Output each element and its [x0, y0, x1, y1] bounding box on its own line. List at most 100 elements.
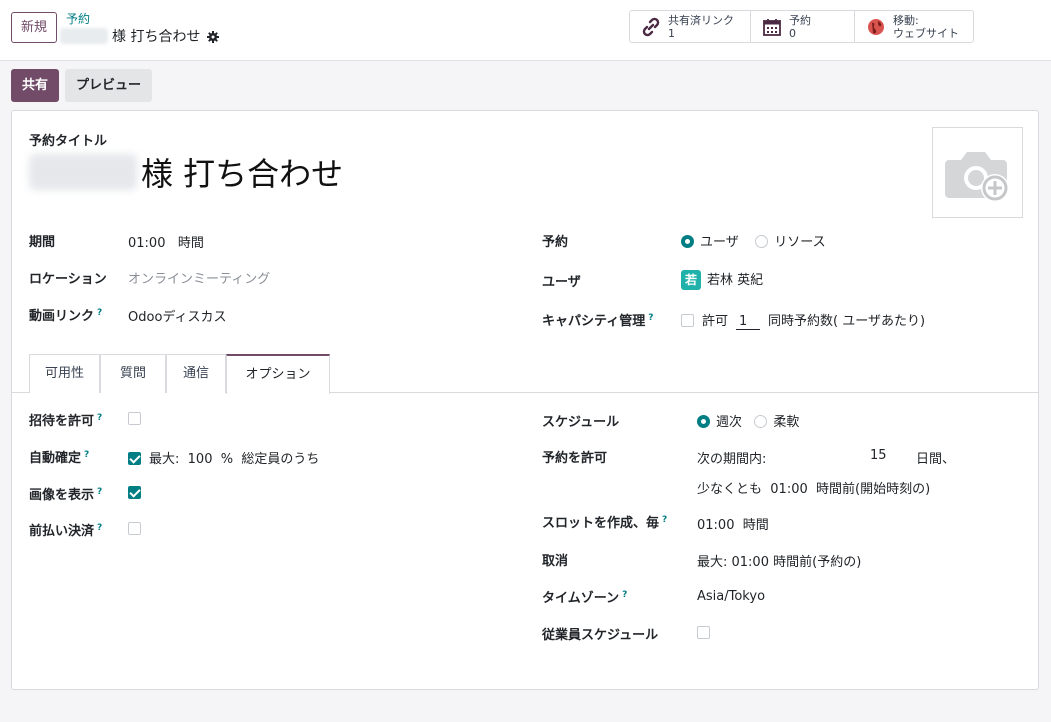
auto-confirm-unit: %	[220, 452, 234, 467]
goto-website-button[interactable]: 移動: ウェブサイト	[855, 11, 973, 42]
camera-add-icon	[944, 151, 1009, 202]
show-image-label: 画像を表示?	[29, 486, 103, 503]
duration-value: 01:00	[128, 236, 166, 251]
smart-buttons: 共有済リンク 1 予約 0 移動: ウェブサイト	[629, 10, 974, 43]
auto-confirm-input[interactable]: 100	[188, 452, 213, 467]
shared-links-button[interactable]: 共有済リンク 1	[630, 11, 751, 42]
notebook-tabs: 可用性 質問 通信 オプション	[12, 354, 1038, 394]
help-icon: ?	[622, 589, 628, 600]
share-button[interactable]: 共有	[11, 69, 60, 102]
auto-confirm-label: 自動確定?	[29, 449, 90, 466]
user-name: 若林 英紀	[707, 273, 764, 288]
title-label: 予約タイトル	[29, 134, 108, 149]
booking-type-label: 予約	[542, 235, 569, 250]
at-least-field: 少なくとも 01:00 時間前(開始時刻の)	[697, 478, 930, 497]
within-label: 次の期間内:	[697, 452, 767, 467]
globe-icon	[865, 16, 887, 38]
booking-type-radio: ユーザ リソース	[681, 231, 826, 250]
help-icon: ?	[97, 522, 103, 533]
gear-icon[interactable]	[207, 31, 220, 43]
radio-user[interactable]	[681, 235, 694, 248]
radio-resource-label: リソース	[774, 235, 826, 250]
slot-input[interactable]: 01:00	[697, 518, 734, 533]
allow-invite-label: 招待を許可?	[29, 412, 103, 429]
prepay-checkbox[interactable]	[128, 522, 141, 535]
shared-links-label: 共有済リンク	[668, 13, 734, 27]
user-tag[interactable]: 若若林 英紀	[681, 269, 763, 290]
within-input[interactable]: 15	[870, 448, 887, 463]
employee-schedule-label: 従業員スケジュール	[542, 628, 659, 643]
radio-flexible[interactable]	[754, 415, 768, 428]
redacted-title-name	[29, 154, 137, 190]
image-upload[interactable]	[932, 127, 1023, 218]
capacity-checkbox[interactable]	[681, 314, 694, 327]
shared-links-count: 1	[668, 26, 675, 40]
employee-schedule-checkbox[interactable]	[697, 626, 710, 639]
video-link-label: 動画リンク?	[29, 307, 103, 324]
help-icon: ?	[97, 307, 103, 318]
avatar: 若	[681, 270, 701, 290]
prepay-label: 前払い決済?	[29, 522, 103, 539]
link-icon	[640, 16, 662, 38]
form-sheet: 予約タイトル 様 打ち合わせ 期間 01:00 時間 ロケーション オンラインミ…	[11, 110, 1039, 690]
help-icon: ?	[97, 486, 103, 497]
title-value: 様 打ち合わせ	[141, 155, 344, 193]
location-input[interactable]: オンラインミーティング	[128, 268, 270, 287]
tab-communication[interactable]: 通信	[166, 354, 226, 393]
slot-field: 01:00 時間	[697, 514, 769, 533]
capacity-allow-label: 許可	[702, 314, 729, 329]
goto-target: ウェブサイト	[893, 26, 959, 40]
calendar-icon	[761, 16, 783, 38]
breadcrumb-current-label: 様 打ち合わせ	[112, 29, 201, 45]
help-icon: ?	[648, 312, 654, 323]
preview-button[interactable]: プレビュー	[65, 69, 153, 102]
tab-availability[interactable]: 可用性	[29, 354, 100, 393]
radio-weekly-label: 週次	[716, 415, 743, 430]
allow-invite-checkbox[interactable]	[128, 412, 141, 425]
new-button[interactable]: 新規	[11, 12, 58, 43]
cancel-label: 取消	[542, 554, 569, 569]
goto-label: 移動:	[893, 13, 919, 27]
tab-options[interactable]: オプション	[226, 354, 330, 394]
slot-label: スロットを作成、毎?	[542, 514, 668, 531]
timezone-select[interactable]: Asia/Tokyo	[697, 589, 765, 604]
tab-questions[interactable]: 質問	[100, 354, 166, 393]
radio-user-label: ユーザ	[700, 235, 739, 250]
control-panel: 新規 予約 様 打ち合わせ 共有済リンク 1 予約 0 移動: ウェブサイト	[0, 0, 1051, 61]
schedule-label: スケジュール	[542, 415, 620, 430]
radio-resource[interactable]	[755, 235, 769, 248]
cancel-field: 最大: 01:00 時間前(予約の)	[697, 551, 861, 570]
radio-flexible-label: 柔軟	[773, 415, 800, 430]
bookings-button[interactable]: 予約 0	[751, 11, 855, 42]
duration-field[interactable]: 01:00 時間	[128, 232, 204, 251]
cancel-input[interactable]: 最大: 01:00	[697, 555, 769, 570]
within-unit: 日間、	[916, 452, 956, 467]
slot-unit: 時間	[742, 518, 769, 533]
help-icon: ?	[97, 412, 103, 423]
location-label: ロケーション	[29, 272, 107, 287]
bookings-label: 予約	[789, 13, 811, 27]
show-image-checkbox[interactable]	[128, 486, 141, 499]
capacity-input[interactable]: 1	[736, 314, 761, 330]
breadcrumb-parent[interactable]: 予約	[66, 10, 90, 27]
radio-weekly[interactable]	[697, 415, 710, 428]
bookings-count: 0	[789, 26, 796, 40]
users-label: ユーザ	[542, 275, 581, 290]
timezone-label: タイムゾーン?	[542, 589, 628, 606]
breadcrumb-current: 様 打ち合わせ	[60, 26, 220, 46]
cancel-suffix: 時間前(予約の)	[773, 555, 862, 570]
title-field[interactable]: 様 打ち合わせ	[29, 149, 343, 195]
capacity-field: 許可 1 同時予約数( ユーザあたり)	[681, 310, 925, 330]
help-icon: ?	[662, 514, 668, 525]
at-least-input[interactable]: 01:00	[770, 482, 807, 497]
at-least-suffix: 時間前(開始時刻の)	[816, 482, 931, 497]
video-link-select[interactable]: Odooディスカス	[128, 306, 226, 325]
duration-unit: 時間	[177, 236, 204, 251]
auto-confirm-suffix: 総定員のうち	[241, 452, 320, 467]
capacity-suffix: 同時予約数( ユーザあたり)	[768, 314, 926, 329]
auto-confirm-field: 最大: 100 % 総定員のうち	[128, 448, 319, 467]
schedule-radio: 週次 柔軟	[697, 411, 799, 430]
auto-confirm-max: 最大:	[149, 452, 180, 467]
auto-confirm-checkbox[interactable]	[128, 452, 141, 465]
allow-booking-label: 予約を許可	[542, 451, 608, 466]
